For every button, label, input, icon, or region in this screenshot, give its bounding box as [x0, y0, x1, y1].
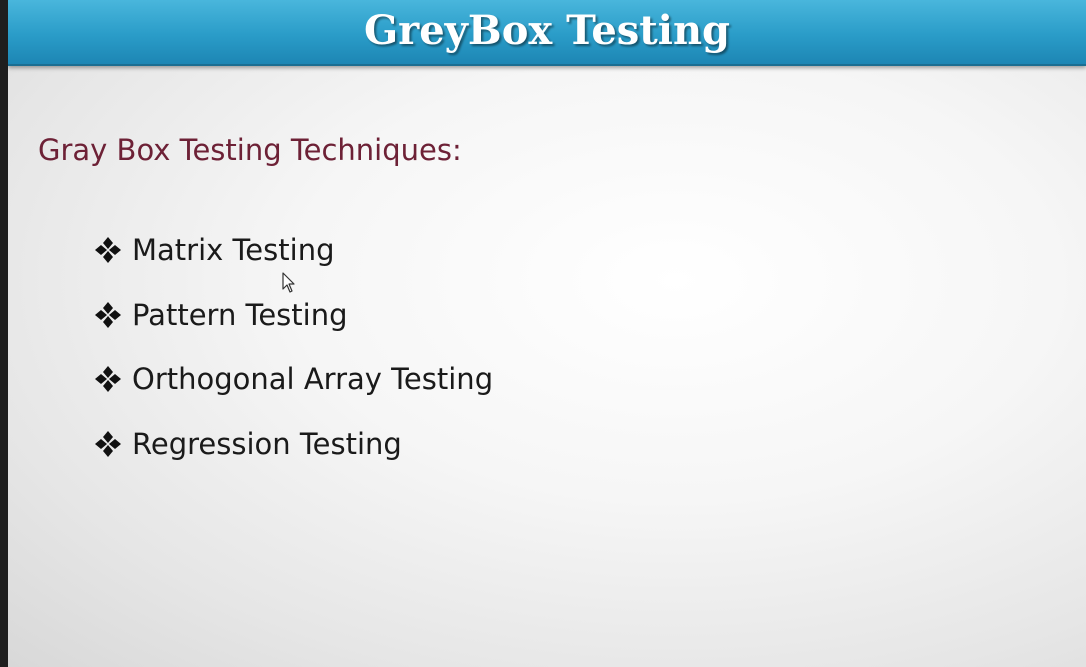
title-bar: GreyBox Testing [8, 0, 1086, 66]
bullet-label: Pattern Testing [132, 297, 348, 332]
list-item: Pattern Testing [94, 295, 493, 360]
bullet-list: Matrix Testing Pattern Testing Orthogona… [94, 230, 493, 488]
list-item: Regression Testing [94, 424, 493, 489]
bullet-label: Orthogonal Array Testing [132, 362, 494, 396]
slide-title: GreyBox Testing [363, 7, 731, 54]
list-item: Orthogonal Array Testing [94, 359, 493, 424]
four-diamond-bullet-icon [94, 301, 122, 329]
four-diamond-bullet-icon [94, 365, 122, 393]
bullet-label: Matrix Testing [132, 233, 335, 267]
slide-subtitle: Gray Box Testing Techniques: [38, 133, 462, 167]
bullet-label: Regression Testing [132, 426, 402, 461]
mouse-pointer-icon [282, 272, 296, 294]
four-diamond-bullet-icon [94, 430, 122, 458]
presentation-slide: GreyBox Testing Gray Box Testing Techniq… [8, 0, 1086, 667]
four-diamond-bullet-icon [94, 236, 122, 264]
